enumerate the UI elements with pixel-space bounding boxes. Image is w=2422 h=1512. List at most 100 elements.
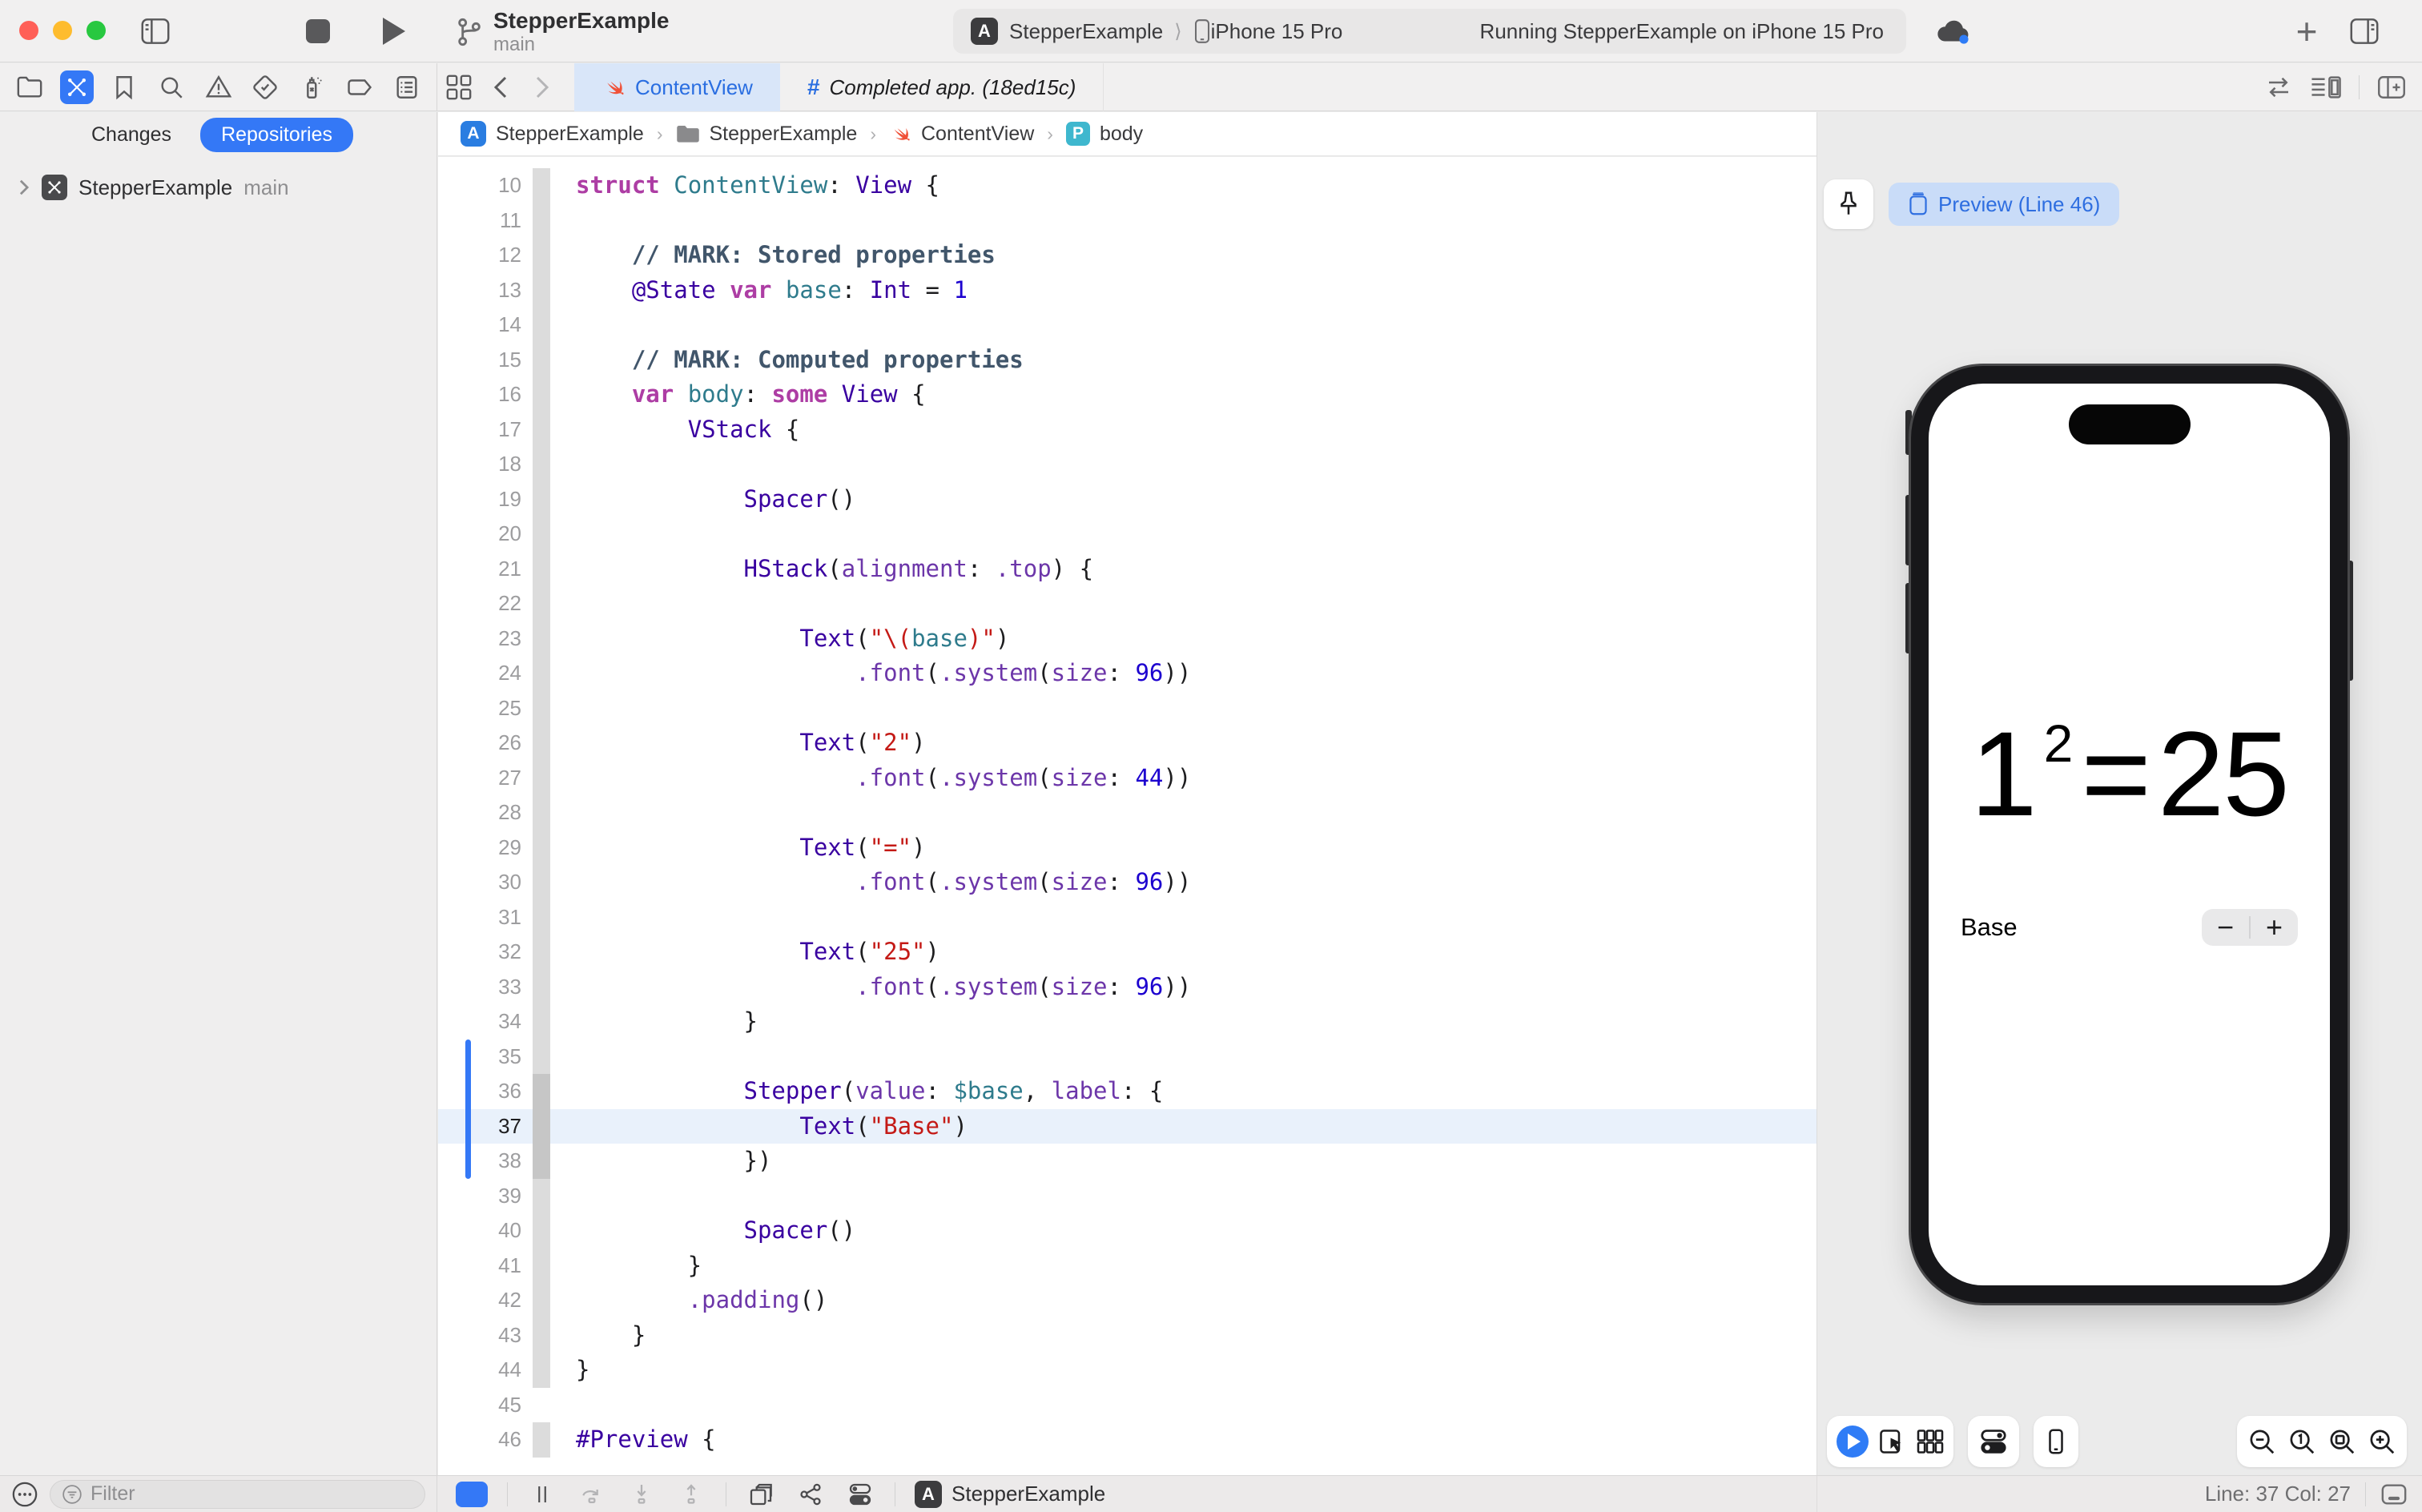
line-number[interactable]: 20 [438, 521, 521, 546]
search-icon[interactable] [155, 70, 188, 104]
line-number[interactable]: 32 [438, 939, 521, 964]
line-number[interactable]: 17 [438, 417, 521, 442]
close-window-button[interactable] [19, 21, 38, 40]
fold-ribbon[interactable] [533, 1109, 550, 1144]
fold-ribbon[interactable] [533, 900, 550, 935]
code-line-30[interactable]: 30 .font(.system(size: 96)) [438, 865, 1816, 900]
fold-ribbon[interactable] [533, 1422, 550, 1458]
code-line-20[interactable]: 20 [438, 517, 1816, 552]
stepper-decrement-button[interactable]: − [2202, 911, 2249, 944]
code-line-19[interactable]: 19 Spacer() [438, 482, 1816, 517]
scheme-app-name[interactable]: StepperExample [1009, 19, 1163, 44]
code-line-35[interactable]: 35 [438, 1040, 1816, 1075]
code-line-40[interactable]: 40 Spacer() [438, 1213, 1816, 1249]
tag-icon[interactable] [343, 70, 376, 104]
line-number[interactable]: 23 [438, 626, 521, 651]
code-line-26[interactable]: 26 Text("2") [438, 726, 1816, 761]
tab-repositories[interactable]: Repositories [200, 118, 353, 152]
line-number[interactable]: 42 [438, 1288, 521, 1313]
device-settings-icon[interactable] [1978, 1426, 2009, 1457]
code-review-icon[interactable] [2264, 74, 2293, 100]
line-number[interactable]: 30 [438, 870, 521, 895]
more-options-icon[interactable] [11, 1481, 38, 1508]
code-line-12[interactable]: 12 // MARK: Stored properties [438, 238, 1816, 273]
code-line-22[interactable]: 22 [438, 586, 1816, 621]
disclosure-chevron-icon[interactable] [18, 179, 30, 196]
line-number[interactable]: 37 [438, 1114, 521, 1139]
code-line-16[interactable]: 16 var body: some View { [438, 377, 1816, 412]
iphone-screen[interactable]: 1 2 = 25 Base − + [1929, 384, 2330, 1285]
line-number[interactable]: 18 [438, 452, 521, 477]
fold-ribbon[interactable] [533, 273, 550, 308]
code-line-14[interactable]: 14 [438, 308, 1816, 343]
code-line-11[interactable]: 11 [438, 203, 1816, 239]
fold-ribbon[interactable] [533, 377, 550, 412]
fold-ribbon[interactable] [533, 238, 550, 273]
code-line-38[interactable]: 38 }) [438, 1144, 1816, 1179]
line-number[interactable]: 16 [438, 382, 521, 407]
device-icon[interactable] [2042, 1427, 2070, 1456]
cloud-status-icon[interactable] [1933, 18, 1972, 46]
fold-ribbon[interactable] [533, 621, 550, 657]
line-number[interactable]: 45 [438, 1393, 521, 1418]
step-into-icon[interactable] [626, 1480, 657, 1509]
line-number[interactable]: 40 [438, 1218, 521, 1243]
line-number[interactable]: 14 [438, 312, 521, 337]
fold-ribbon[interactable] [533, 795, 550, 830]
code-line-34[interactable]: 34 } [438, 1004, 1816, 1040]
fold-ribbon[interactable] [533, 1249, 550, 1284]
fold-ribbon[interactable] [533, 1388, 550, 1423]
line-number[interactable]: 44 [438, 1357, 521, 1382]
source-control-icon[interactable] [60, 70, 94, 104]
fold-ribbon[interactable] [533, 1213, 550, 1249]
fold-ribbon[interactable] [533, 308, 550, 343]
fold-ribbon[interactable] [533, 482, 550, 517]
zoom-100-icon[interactable] [2287, 1426, 2317, 1457]
go-back-icon[interactable] [480, 63, 521, 111]
environment-overrides-icon[interactable] [845, 1480, 875, 1509]
tab-completed-app[interactable]: # Completed app. (18ed15c) [780, 63, 1104, 111]
code-line-18[interactable]: 18 [438, 447, 1816, 482]
code-line-41[interactable]: 41 } [438, 1249, 1816, 1284]
selectable-icon[interactable] [1877, 1427, 1906, 1456]
fold-ribbon[interactable] [533, 1040, 550, 1075]
zoom-in-icon[interactable] [2367, 1426, 2397, 1457]
line-number[interactable]: 46 [438, 1427, 521, 1452]
folder-icon[interactable] [13, 70, 46, 104]
line-number[interactable]: 43 [438, 1323, 521, 1348]
fold-ribbon[interactable] [533, 691, 550, 726]
fold-ribbon[interactable] [533, 970, 550, 1005]
code-line-44[interactable]: 44} [438, 1353, 1816, 1388]
code-line-28[interactable]: 28 [438, 795, 1816, 830]
line-number[interactable]: 24 [438, 661, 521, 686]
line-number[interactable]: 38 [438, 1148, 521, 1173]
line-number[interactable]: 36 [438, 1079, 521, 1104]
fold-ribbon[interactable] [533, 412, 550, 448]
code-line-45[interactable]: 45 [438, 1388, 1816, 1423]
source-editor[interactable]: 10struct ContentView: View {1112 // MARK… [438, 157, 1816, 1475]
code-line-39[interactable]: 39 [438, 1179, 1816, 1214]
stepper-increment-button[interactable]: + [2251, 911, 2298, 944]
breadcrumb-file[interactable]: ContentView [889, 123, 1034, 146]
breadcrumb-symbol[interactable]: P body [1066, 122, 1143, 146]
fold-ribbon[interactable] [533, 203, 550, 239]
go-forward-icon[interactable] [521, 63, 563, 111]
variants-icon[interactable] [1916, 1427, 1945, 1456]
line-number[interactable]: 15 [438, 348, 521, 372]
code-line-43[interactable]: 43 } [438, 1318, 1816, 1353]
step-out-icon[interactable] [676, 1480, 706, 1509]
code-line-23[interactable]: 23 Text("\(base)") [438, 621, 1816, 657]
code-line-15[interactable]: 15 // MARK: Computed properties [438, 343, 1816, 378]
breakpoints-toggle-button[interactable] [456, 1482, 488, 1507]
code-line-36[interactable]: 36 Stepper(value: $base, label: { [438, 1074, 1816, 1109]
preview-jump-button[interactable]: Preview (Line 46) [1889, 183, 2119, 226]
fold-ribbon[interactable] [533, 1283, 550, 1318]
bookmark-icon[interactable] [107, 70, 141, 104]
tab-changes[interactable]: Changes [83, 119, 179, 151]
step-over-icon[interactable] [577, 1480, 607, 1509]
fold-ribbon[interactable] [533, 1179, 550, 1214]
line-number[interactable]: 26 [438, 730, 521, 755]
line-number[interactable]: 13 [438, 278, 521, 303]
report-list-icon[interactable] [390, 70, 424, 104]
source-change-indicator[interactable] [465, 1040, 471, 1179]
